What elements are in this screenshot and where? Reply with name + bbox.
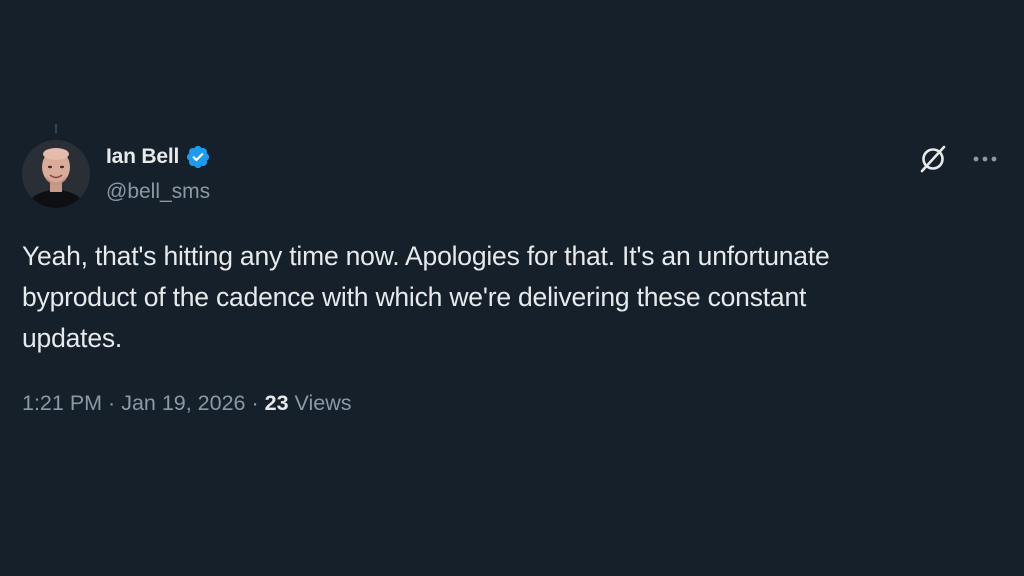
more-icon[interactable] bbox=[972, 154, 998, 164]
avatar[interactable] bbox=[22, 140, 90, 208]
grok-icon[interactable] bbox=[918, 144, 948, 174]
thread-connector-line bbox=[55, 124, 57, 133]
author-handle[interactable]: @bell_sms bbox=[106, 180, 210, 204]
views-label: Views bbox=[288, 391, 352, 415]
tweet-date[interactable]: Jan 19, 2026 bbox=[121, 391, 245, 416]
avatar-photo bbox=[22, 140, 90, 208]
tweet-meta: 1:21 PM · Jan 19, 2026 · 23 Views bbox=[22, 391, 352, 416]
meta-separator: · bbox=[102, 391, 122, 415]
verified-badge-icon[interactable] bbox=[185, 144, 211, 170]
author-display-name[interactable]: Ian Bell bbox=[106, 145, 179, 169]
tweet-text: Yeah, that's hitting any time now. Apolo… bbox=[22, 241, 830, 353]
meta-separator: · bbox=[245, 391, 265, 415]
tweet-time[interactable]: 1:21 PM bbox=[22, 391, 102, 416]
views-count: 23 bbox=[264, 391, 289, 415]
tweet-actions bbox=[918, 144, 998, 174]
author-name-row: Ian Bell bbox=[106, 144, 211, 170]
